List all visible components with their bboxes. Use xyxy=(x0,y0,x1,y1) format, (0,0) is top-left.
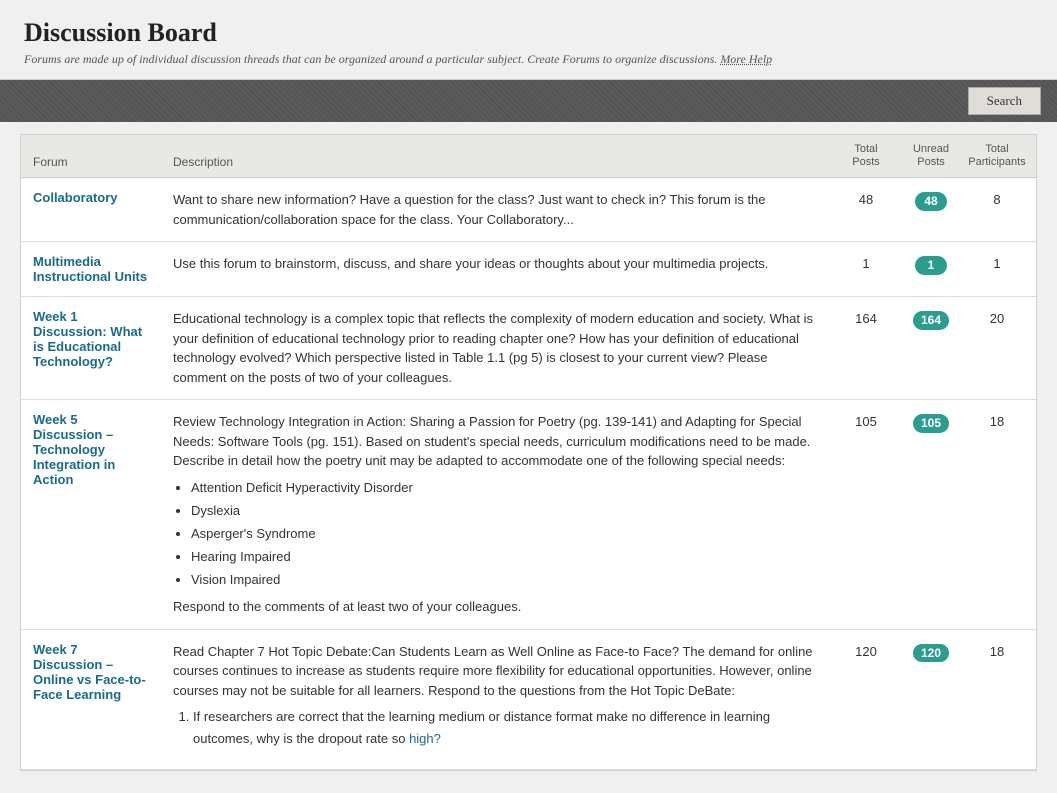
forum-total-posts-multimedia: 1 xyxy=(836,254,896,272)
forum-description-week7: Read Chapter 7 Hot Topic Debate:Can Stud… xyxy=(161,642,836,757)
page-title: Discussion Board xyxy=(24,18,1033,48)
col-header-total-participants: TotalParticipants xyxy=(966,143,1036,169)
search-button[interactable]: Search xyxy=(968,87,1041,115)
forum-total-participants-multimedia: 1 xyxy=(966,254,1036,272)
forum-name-multimedia[interactable]: Multimedia Instructional Units xyxy=(21,254,161,284)
forum-unread-posts-week7: 120 xyxy=(896,642,966,662)
forum-total-posts-week5: 105 xyxy=(836,412,896,430)
forum-total-posts-week7: 120 xyxy=(836,642,896,660)
col-header-forum: Forum xyxy=(21,155,161,169)
table-row: Week 1 Discussion: What is Educational T… xyxy=(21,297,1036,400)
forum-unread-posts-week5: 105 xyxy=(896,412,966,432)
col-header-unread-posts: UnreadPosts xyxy=(896,143,966,169)
week7-questions-list: If researchers are correct that the lear… xyxy=(193,706,824,750)
forum-total-participants-week5: 18 xyxy=(966,412,1036,430)
list-item: Hearing Impaired xyxy=(191,546,824,568)
list-item: Asperger's Syndrome xyxy=(191,523,824,545)
list-item: Vision Impaired xyxy=(191,569,824,591)
table-row: Week 7 Discussion – Online vs Face-to-Fa… xyxy=(21,630,1036,770)
week5-special-needs-list: Attention Deficit Hyperactivity Disorder… xyxy=(191,477,824,591)
forum-name-week5[interactable]: Week 5 Discussion – Technology Integrati… xyxy=(21,412,161,487)
forum-total-posts-collaboratory: 48 xyxy=(836,190,896,208)
page-header: Discussion Board Forums are made up of i… xyxy=(0,0,1057,80)
forums-table: Forum Description TotalPosts UnreadPosts… xyxy=(20,134,1037,771)
forum-unread-posts-collaboratory: 48 xyxy=(896,190,966,210)
forum-description-week5: Review Technology Integration in Action:… xyxy=(161,412,836,616)
forum-total-posts-week1: 164 xyxy=(836,309,896,327)
table-header-row: Forum Description TotalPosts UnreadPosts… xyxy=(21,135,1036,178)
forum-name-week7[interactable]: Week 7 Discussion – Online vs Face-to-Fa… xyxy=(21,642,161,702)
list-item: Attention Deficit Hyperactivity Disorder xyxy=(191,477,824,499)
forum-total-participants-week1: 20 xyxy=(966,309,1036,327)
table-row: Collaboratory Want to share new informat… xyxy=(21,178,1036,242)
table-row: Week 5 Discussion – Technology Integrati… xyxy=(21,400,1036,629)
forum-description-multimedia: Use this forum to brainstorm, discuss, a… xyxy=(161,254,836,274)
more-help-link[interactable]: More Help xyxy=(720,52,772,66)
forum-total-participants-collaboratory: 8 xyxy=(966,190,1036,208)
list-item: If researchers are correct that the lear… xyxy=(193,706,824,750)
forum-total-participants-week7: 18 xyxy=(966,642,1036,660)
forum-unread-posts-multimedia: 1 xyxy=(896,254,966,274)
col-header-total-posts: TotalPosts xyxy=(836,143,896,169)
list-item: Dyslexia xyxy=(191,500,824,522)
forum-description-collaboratory: Want to share new information? Have a qu… xyxy=(161,190,836,229)
col-header-description: Description xyxy=(161,155,836,169)
toolbar: Search xyxy=(0,80,1057,122)
table-row: Multimedia Instructional Units Use this … xyxy=(21,242,1036,297)
page-subtitle: Forums are made up of individual discuss… xyxy=(24,52,1033,67)
forum-name-collaboratory[interactable]: Collaboratory xyxy=(21,190,161,205)
page-wrapper: Discussion Board Forums are made up of i… xyxy=(0,0,1057,793)
forum-description-week1: Educational technology is a complex topi… xyxy=(161,309,836,387)
forum-name-week1[interactable]: Week 1 Discussion: What is Educational T… xyxy=(21,309,161,369)
forum-unread-posts-week1: 164 xyxy=(896,309,966,329)
